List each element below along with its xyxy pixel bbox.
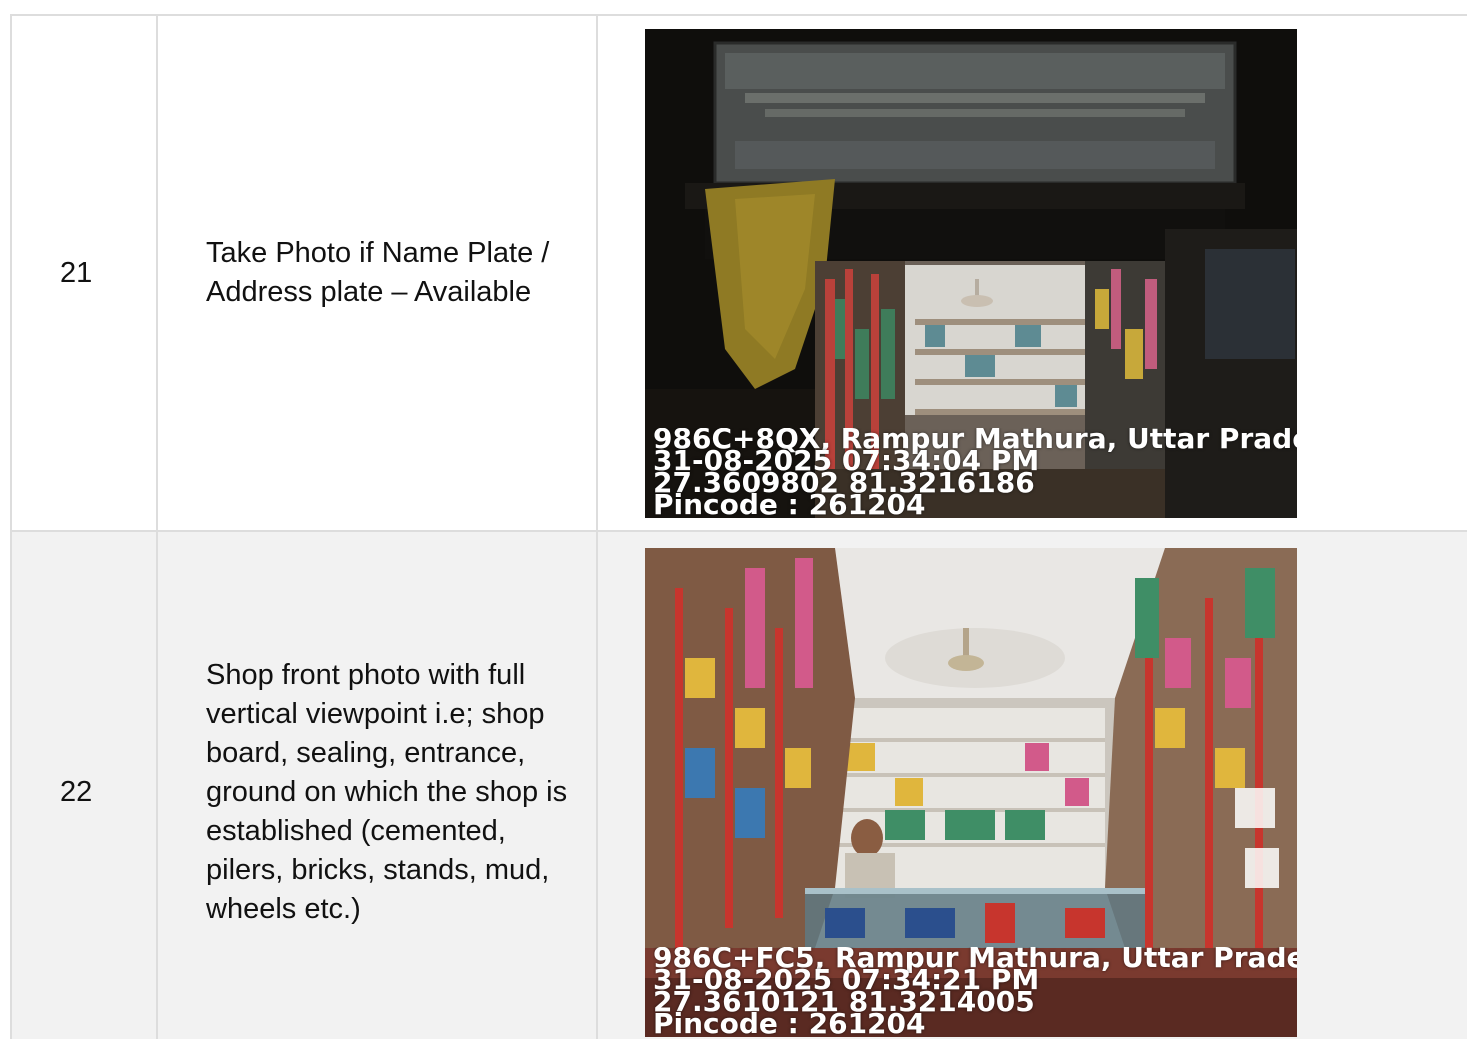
photo-geotag-stamp: 986C+FC5, Rampur Mathura, Uttar Pradesh … [653,947,1297,1035]
shop-front-photo[interactable]: 986C+FC5, Rampur Mathura, Uttar Pradesh … [645,547,1297,1037]
document-page: 21 Take Photo if Name Plate / Address pl… [0,0,1467,1039]
row-description: Shop front photo with full vertical view… [156,530,598,1039]
photo-cell: 986C+FC5, Rampur Mathura, Uttar Pradesh … [596,530,1467,1039]
photo-cell: 986C+8QX, Rampur Mathura, Uttar Pradesh … [596,14,1467,532]
table-row: 21 Take Photo if Name Plate / Address pl… [10,14,1467,532]
row-number: 21 [10,14,158,532]
row-number: 22 [10,530,158,1039]
table-row: 22 Shop front photo with full vertical v… [10,530,1467,1039]
survey-table: 21 Take Photo if Name Plate / Address pl… [10,14,1467,1039]
row-description: Take Photo if Name Plate / Address plate… [156,14,598,532]
photo-geotag-stamp: 986C+8QX, Rampur Mathura, Uttar Pradesh … [653,428,1297,516]
shop-nameplate-photo[interactable]: 986C+8QX, Rampur Mathura, Uttar Pradesh … [645,28,1297,518]
